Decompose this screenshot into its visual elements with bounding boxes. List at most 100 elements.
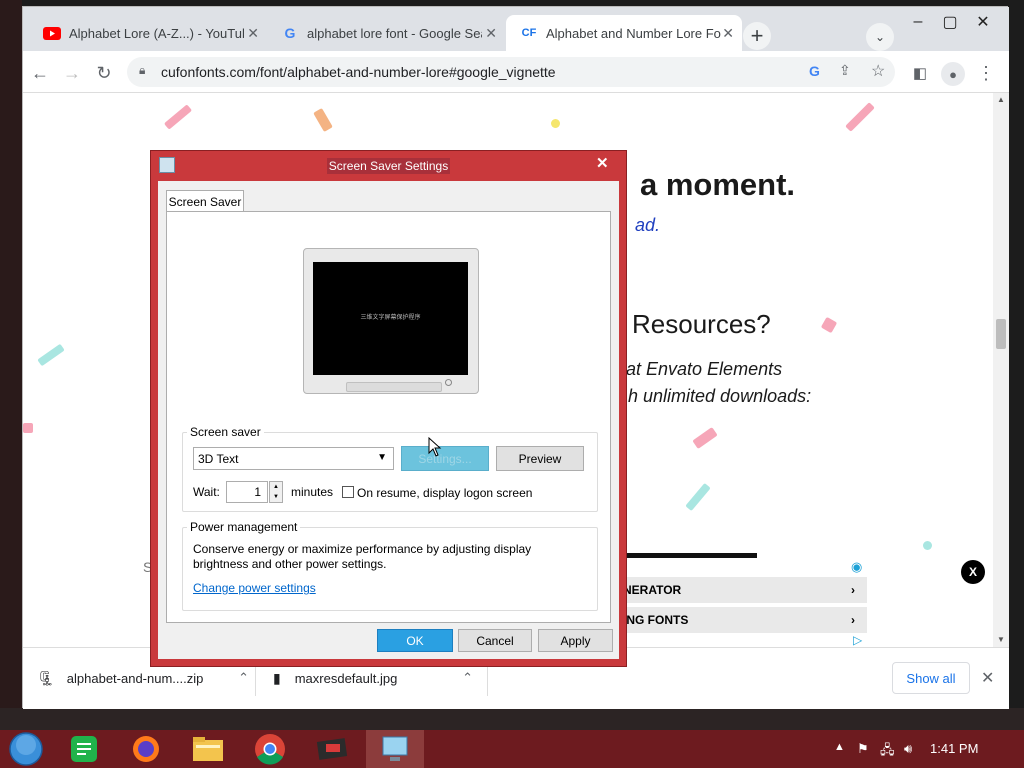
network-icon[interactable]: 🖧︎: [880, 741, 895, 763]
maximize-button[interactable]: ▢: [935, 11, 965, 33]
spotify-green-icon[interactable]: [60, 730, 108, 768]
action-center-flag-icon[interactable]: ⚑: [857, 741, 869, 757]
minimize-button[interactable]: –: [903, 11, 933, 33]
group-label: Power management: [187, 520, 301, 534]
volume-icon[interactable]: 🔊︎: [904, 741, 912, 757]
tab-cufonfonts[interactable]: CF Alphabet and Number Lore Font ✕: [506, 15, 742, 51]
chevron-right-icon: ›: [851, 583, 855, 597]
wait-label: Wait:: [193, 485, 220, 499]
settings-button[interactable]: Settings...: [401, 446, 489, 471]
confetti: [692, 427, 718, 449]
tab-title: Alphabet and Number Lore Font: [546, 25, 721, 41]
spin-down-icon[interactable]: ▼: [273, 494, 279, 500]
confetti: [820, 316, 838, 334]
adchoices-eye-icon[interactable]: ◉: [851, 559, 862, 575]
download-filename: maxresdefault.jpg: [294, 670, 398, 686]
power-management-group: Power management Conserve energy or maxi…: [182, 520, 598, 611]
show-all-button[interactable]: Show all: [892, 662, 970, 694]
close-tab-icon[interactable]: ✕: [722, 25, 734, 42]
chevron-up-icon[interactable]: ⌃: [238, 670, 249, 686]
desktop-background-right: [1008, 0, 1024, 730]
tab-strip: Alphabet Lore (A-Z...) - YouTube ✕ G alp…: [23, 7, 1009, 51]
progress-bar: [623, 553, 757, 558]
screen-saver-select[interactable]: 3D Text ▼: [193, 447, 394, 470]
tab-panel: 三维文字屏幕保护程序 Screen saver 3D Text ▼ Settin…: [166, 211, 611, 623]
logon-checkbox[interactable]: [342, 486, 354, 498]
close-window-button[interactable]: ✕: [968, 11, 998, 33]
chrome-icon[interactable]: [246, 730, 294, 768]
preview-screen-text: 三维文字屏幕保护程序: [360, 315, 421, 321]
spin-up-icon[interactable]: ▲: [273, 484, 279, 490]
dialog-title: Screen Saver Settings: [326, 158, 451, 174]
show-hidden-icons[interactable]: ▲: [834, 741, 845, 753]
wait-spinner[interactable]: ▲ ▼: [269, 481, 283, 503]
google-translate-icon[interactable]: G: [809, 63, 820, 79]
mouse-cursor-icon: [428, 436, 442, 462]
desktop-background-left: [0, 0, 22, 730]
bookmark-star-icon[interactable]: ☆: [871, 61, 885, 81]
youtube-icon: [43, 26, 61, 40]
chevron-up-icon[interactable]: ⌃: [462, 670, 473, 686]
display-settings-taskbar-icon[interactable]: [366, 730, 424, 768]
video-app-icon[interactable]: [308, 730, 356, 768]
share-icon[interactable]: ⇪: [839, 62, 851, 79]
side-panel-icon[interactable]: ◧: [909, 62, 931, 84]
back-button[interactable]: ←: [29, 62, 51, 84]
tab-youtube[interactable]: Alphabet Lore (A-Z...) - YouTube ✕: [29, 15, 267, 51]
close-tab-icon[interactable]: ✕: [485, 25, 497, 42]
page-heading: a moment.: [640, 167, 796, 202]
ad-close-button[interactable]: X: [961, 560, 985, 584]
dialog-titlebar: Screen Saver Settings: [151, 151, 626, 181]
ok-button[interactable]: OK: [377, 629, 453, 652]
desktop-background-bottom: [0, 708, 1024, 730]
tab-search-button[interactable]: ⌄: [866, 23, 894, 51]
cf-icon: CF: [521, 27, 537, 39]
close-tab-icon[interactable]: ✕: [247, 25, 259, 42]
dialog-body: Screen Saver 三维文字屏幕保护程序 Screen saver 3D …: [158, 181, 619, 659]
profile-avatar[interactable]: ●: [941, 62, 965, 86]
power-description: Conserve energy or maximize performance …: [193, 542, 532, 571]
file-explorer-icon[interactable]: [184, 730, 232, 768]
group-label: Screen saver: [187, 425, 264, 439]
wait-minutes-input[interactable]: 1: [226, 481, 268, 503]
tab-screen-saver[interactable]: Screen Saver: [166, 190, 244, 212]
start-button[interactable]: [2, 730, 50, 768]
taskbar-clock[interactable]: 1:41 PM: [930, 741, 978, 756]
minutes-label: minutes: [291, 485, 334, 499]
ad-menu-item[interactable]: ING FONTS ›: [623, 607, 867, 633]
envato-text-line2: h unlimited downloads:: [628, 386, 812, 406]
confetti: [23, 423, 33, 433]
tab-google-search[interactable]: G alphabet lore font - Google Search ✕: [267, 15, 505, 51]
cancel-button[interactable]: Cancel: [458, 629, 532, 652]
scroll-down-icon[interactable]: ▼: [997, 635, 1005, 644]
lock-icon: 🔒︎: [139, 63, 146, 77]
ad-menu-label: NERATOR: [623, 583, 682, 597]
change-power-settings-link[interactable]: Change power settings: [193, 581, 316, 595]
confetti: [923, 541, 932, 550]
ad-menu-item[interactable]: NERATOR ›: [623, 577, 867, 603]
reload-button[interactable]: ↻: [93, 62, 115, 84]
preview-button[interactable]: Preview: [496, 446, 584, 471]
menu-kebab-icon[interactable]: ⋮: [975, 62, 997, 84]
reload-link[interactable]: ad.: [635, 215, 660, 236]
screen-saver-dialog: Screen Saver Settings ✕ Screen Saver 三维文…: [150, 150, 627, 667]
page-scrollbar[interactable]: ▲ ▼: [993, 93, 1009, 647]
chevron-right-icon: ›: [851, 613, 855, 627]
close-downloads-icon[interactable]: ✕: [981, 668, 994, 688]
address-bar[interactable]: 🔒︎ cufonfonts.com/font/alphabet-and-numb…: [127, 57, 895, 87]
preview-screen: 三维文字屏幕保护程序: [313, 262, 468, 375]
monitor-base: [346, 382, 442, 392]
selected-value: 3D Text: [198, 451, 239, 466]
new-tab-button[interactable]: +: [743, 22, 771, 50]
logon-checkbox-label[interactable]: On resume, display logon screen: [357, 486, 532, 500]
tab-title: alphabet lore font - Google Search: [307, 25, 482, 41]
scroll-up-icon[interactable]: ▲: [997, 95, 1005, 104]
chevron-down-icon: ▼: [377, 452, 387, 463]
apply-button[interactable]: Apply: [538, 629, 613, 652]
adchoices-icon[interactable]: ▷: [853, 633, 862, 647]
scrollbar-thumb[interactable]: [996, 319, 1006, 349]
dialog-close-icon[interactable]: ✕: [596, 154, 609, 172]
firefox-icon[interactable]: [122, 730, 170, 768]
forward-button[interactable]: →: [61, 62, 83, 84]
confetti: [163, 104, 193, 130]
